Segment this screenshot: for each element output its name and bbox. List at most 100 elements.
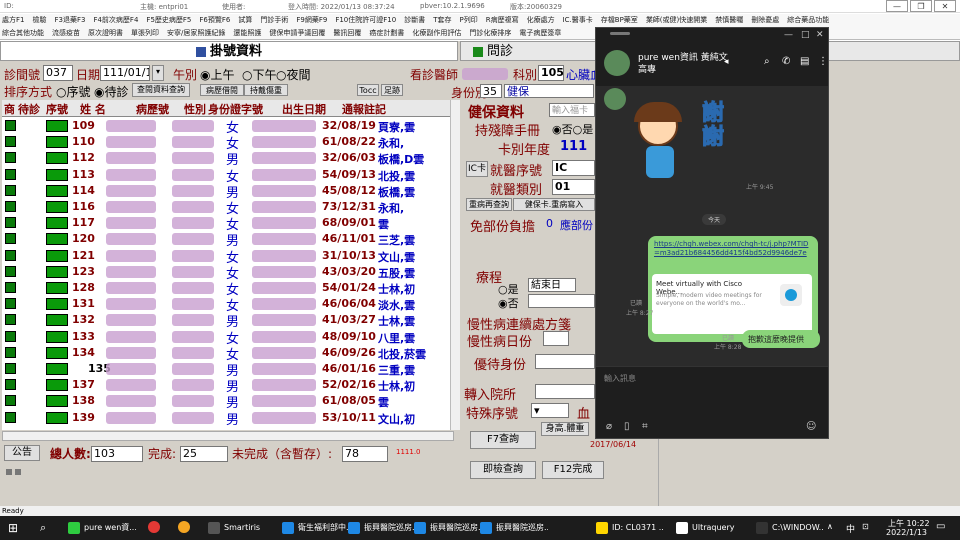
table-row[interactable]: 123 女 43/03/20 五股,雲 — [2, 264, 454, 282]
med-type-input[interactable]: 01 — [552, 179, 595, 195]
menu-item[interactable]: P列印 — [459, 14, 477, 27]
menu-item[interactable]: 癌症計劃書 — [369, 27, 404, 39]
column-header[interactable]: 商 — [4, 101, 15, 117]
reg-input[interactable]: 037 — [43, 65, 73, 81]
notice-button[interactable]: 公告 — [4, 445, 40, 461]
menu-item[interactable]: 綜合其他功能 — [2, 27, 44, 39]
windows-start-icon[interactable]: ⊞ — [8, 521, 18, 535]
table-row[interactable]: 113 女 54/09/13 北投,雲 — [2, 167, 454, 185]
transfer-input[interactable] — [535, 384, 595, 399]
row-treat-icon[interactable] — [46, 184, 68, 197]
menu-item[interactable]: F6預覽F6 — [199, 14, 230, 27]
table-horizontal-scrollbar[interactable] — [2, 431, 454, 441]
menu-item[interactable]: 原次證明書 — [88, 27, 123, 39]
table-row[interactable]: 128 女 54/01/24 士林,初 — [2, 280, 454, 298]
row-select-icon[interactable] — [5, 184, 16, 196]
redo-query-button[interactable]: 重病再查詢 — [466, 198, 512, 211]
taskbar-item[interactable]: pure wen資... — [64, 519, 136, 537]
taskbar-item[interactable]: 振興醫院巡房... — [344, 519, 416, 537]
table-row[interactable]: 133 女 48/09/10 八里,雲 — [2, 329, 454, 347]
tocc-button[interactable]: Tocc — [357, 84, 379, 96]
column-header[interactable]: 性別 — [184, 101, 206, 117]
column-header[interactable]: 身份證字號 — [208, 101, 263, 117]
row-treat-icon[interactable] — [46, 168, 68, 181]
row-select-icon[interactable] — [5, 233, 16, 245]
drag-handle-icon[interactable] — [610, 32, 630, 35]
id-type-input[interactable]: 35 — [480, 84, 502, 98]
radio-course-no[interactable]: ◉否 — [498, 295, 519, 311]
table-row[interactable]: 132 男 41/03/27 士林,雲 — [2, 312, 454, 330]
table-row[interactable]: 109 女 32/08/19 頁寮,雲 — [2, 118, 454, 136]
column-header[interactable]: 待診 — [18, 101, 40, 117]
row-treat-icon[interactable] — [46, 346, 68, 359]
menu-item[interactable]: T套存 — [433, 14, 451, 27]
dept-input[interactable]: 1050 — [538, 65, 564, 81]
clock-date[interactable]: 2022/1/13 — [886, 528, 927, 537]
row-select-icon[interactable] — [5, 168, 16, 180]
row-treat-icon[interactable] — [46, 217, 68, 230]
menu-item[interactable]: 流感疫苗 — [52, 27, 80, 39]
table-row[interactable]: 120 男 46/11/01 三芝,雲 — [2, 231, 454, 249]
table-row[interactable]: 116 女 73/12/31 永和, — [2, 199, 454, 217]
radio-pm[interactable]: ○下午 — [242, 66, 277, 83]
table-row[interactable]: 137 男 52/02/16 士林,初 — [2, 377, 454, 395]
row-treat-icon[interactable] — [46, 282, 68, 294]
row-select-icon[interactable] — [5, 411, 16, 423]
row-treat-icon[interactable] — [46, 233, 68, 246]
nhi-input[interactable]: 輸入福卡 — [549, 103, 595, 117]
notification-icon[interactable]: ▭ — [936, 521, 945, 532]
med-seq-input[interactable]: IC — [552, 160, 595, 176]
menu-item[interactable]: F3退藥F3 — [54, 14, 85, 27]
row-select-icon[interactable] — [5, 249, 16, 261]
radio-am[interactable]: ◉上午 — [200, 66, 235, 83]
row-select-icon[interactable] — [5, 152, 16, 164]
taskbar-item[interactable]: Smartiris — [204, 519, 276, 537]
table-vertical-scrollbar[interactable] — [450, 100, 460, 430]
maximize-icon[interactable]: □ — [801, 30, 810, 40]
menu-item[interactable]: 門診化療排序 — [469, 27, 511, 39]
wait-injury-button[interactable]: 持戴傷重 — [244, 84, 288, 96]
row-select-icon[interactable] — [5, 346, 16, 358]
table-row[interactable]: 138 男 61/08/05 雲 — [2, 393, 454, 411]
row-select-icon[interactable] — [5, 314, 16, 326]
row-treat-icon[interactable] — [46, 363, 68, 375]
menu-item[interactable]: 健保申請爭議回覆 — [269, 27, 325, 39]
f12-complete-button[interactable]: F12完成 — [542, 461, 604, 479]
menu-item[interactable]: 單張列印 — [131, 27, 159, 39]
taskbar-item[interactable]: 振興醫院巡房... — [410, 519, 482, 537]
column-header[interactable]: 序號 — [46, 101, 68, 117]
exempt-button[interactable]: 應部份 — [560, 217, 593, 233]
search-icon[interactable]: ⌕ — [764, 56, 770, 67]
nhi-write-button[interactable]: 健保卡.重病寫入 — [513, 198, 595, 211]
taskbar-item[interactable]: Ultraquery — [672, 519, 744, 537]
link-preview[interactable]: Meet virtually with Cisco Webe... Simple… — [652, 274, 812, 334]
notes-icon[interactable]: ▤ — [800, 56, 809, 67]
row-select-icon[interactable] — [5, 395, 16, 407]
menu-item[interactable]: F5歷史病歷F5 — [146, 14, 191, 27]
screenshot-icon[interactable]: ⌗ — [642, 421, 648, 432]
table-row[interactable]: 139 男 53/10/11 文山,初 — [2, 410, 454, 428]
row-select-icon[interactable] — [5, 330, 16, 342]
row-select-icon[interactable] — [5, 379, 16, 391]
check-query-button[interactable]: 即檢查詢 — [470, 461, 536, 479]
row-treat-icon[interactable] — [46, 201, 68, 213]
search-icon[interactable]: ⌕ — [40, 521, 46, 535]
row-treat-icon[interactable] — [46, 330, 68, 343]
tray-chevron-icon[interactable]: ∧ — [827, 522, 833, 531]
priority-input[interactable] — [535, 354, 595, 369]
message-input[interactable]: 輸入訊息 — [604, 373, 636, 384]
course-end-input[interactable]: 結束日 — [528, 278, 576, 292]
menu-item[interactable]: IC.醫事卡 — [563, 14, 593, 27]
menu-item[interactable]: 電子病歷簽章 — [519, 27, 561, 39]
file-icon[interactable]: ▯ — [624, 421, 630, 432]
table-row[interactable]: 134 女 46/09/26 北投,菸雲 — [2, 345, 454, 363]
row-treat-icon[interactable] — [46, 120, 68, 132]
table-row[interactable]: 131 女 46/06/04 淡水,雲 — [2, 296, 454, 314]
row-treat-icon[interactable] — [46, 152, 68, 165]
radio-sort-wait[interactable]: ◉待診 — [94, 83, 129, 100]
ime-indicator[interactable]: 中 — [846, 522, 855, 535]
chrome-icon[interactable] — [178, 521, 190, 533]
minimize-icon[interactable]: — — [886, 0, 908, 12]
menu-item[interactable]: 存檔BP藥室 — [601, 14, 638, 27]
menu-item[interactable]: 檢驗 — [32, 14, 46, 27]
